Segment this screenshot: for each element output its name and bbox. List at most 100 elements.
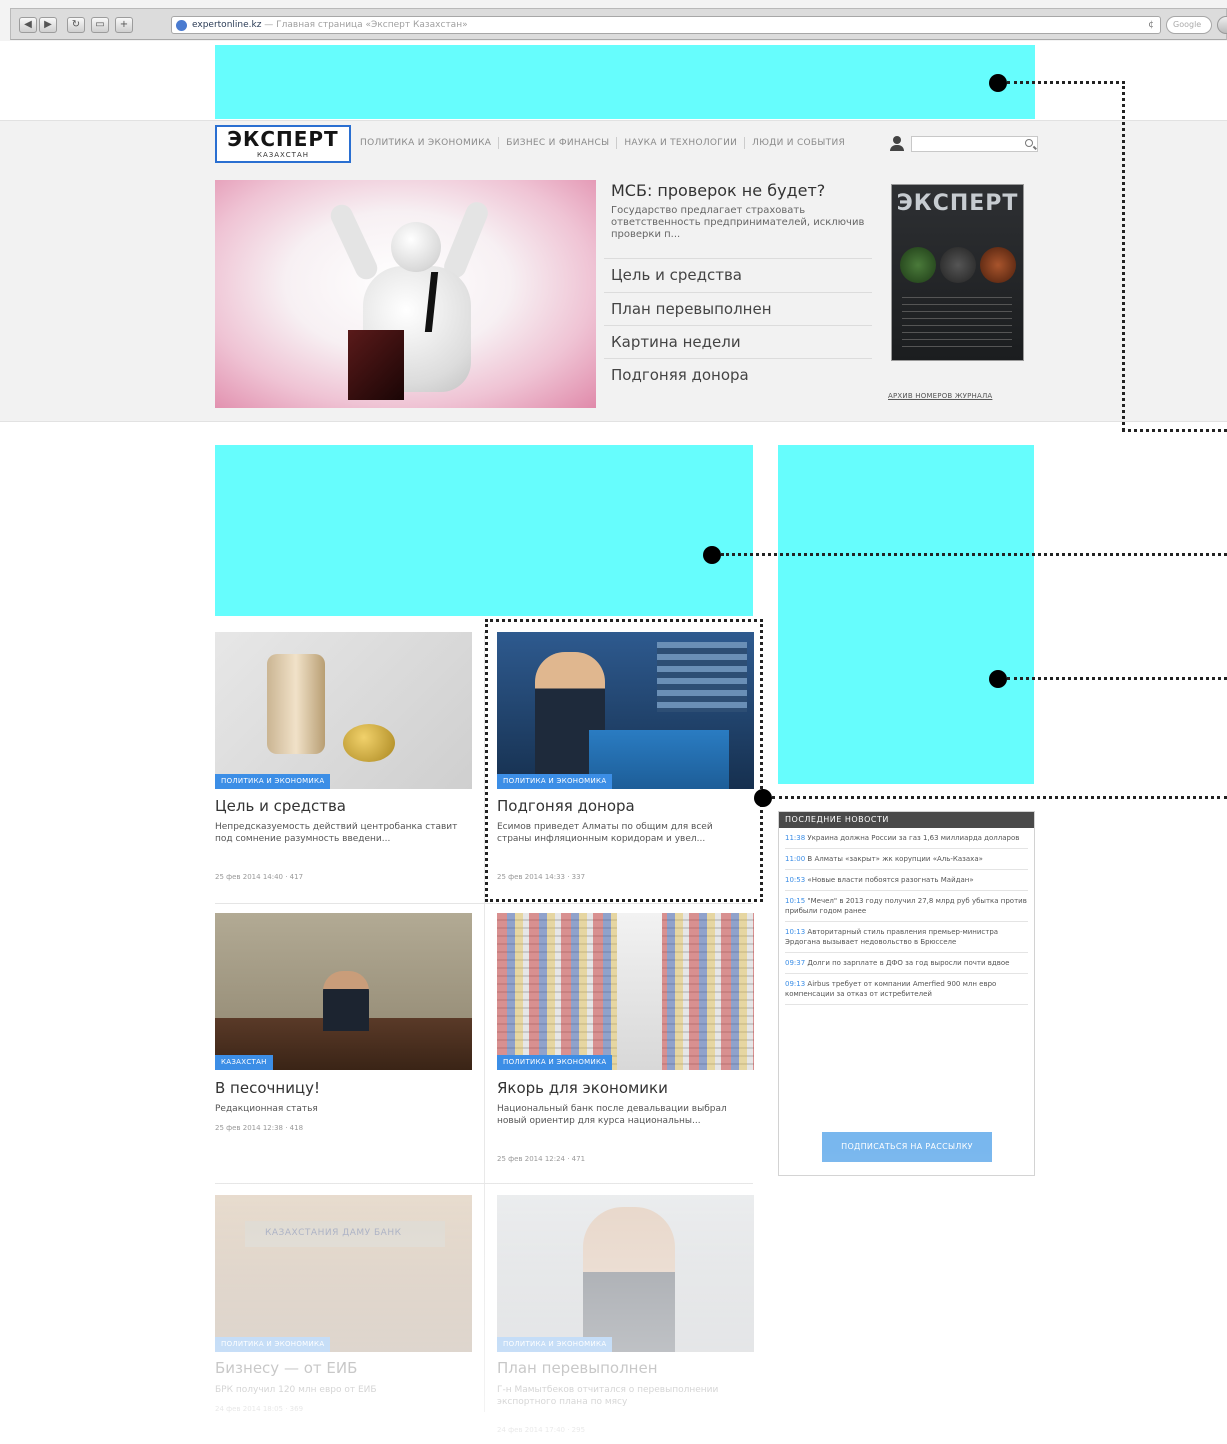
article-meta: 25 фев 2014 14:40 · 417 — [215, 873, 304, 881]
favicon-icon — [176, 20, 187, 31]
callout-dot-sidebar-ad — [989, 670, 1007, 688]
browser-search-field[interactable]: Google — [1166, 16, 1212, 34]
nav-item-people[interactable]: ЛЮДИ И СОБЫТИЯ — [745, 137, 852, 149]
top-ad-banner — [215, 45, 1035, 119]
news-item[interactable]: 10:13 Авторитарный стиль правления премь… — [785, 922, 1028, 953]
magazine-title: ЭКСПЕРТ — [896, 191, 1019, 216]
search-icon[interactable] — [1025, 139, 1033, 147]
site-search-input[interactable] — [911, 136, 1038, 152]
article-image[interactable]: КАЗАХСТАНИЯ ДАМУ БАНК ПОЛИТИКА И ЭКОНОМИ… — [215, 1195, 472, 1352]
news-time: 11:00 — [785, 855, 806, 863]
hero-link[interactable]: План перевыполнен — [604, 292, 872, 325]
url-domain: expertonline.kz — [192, 20, 262, 30]
article-title[interactable]: Цель и средства — [215, 797, 346, 815]
browser-menu-icon[interactable] — [1217, 16, 1227, 34]
reload-icon[interactable]: ↻ — [67, 17, 85, 33]
reader-icon[interactable]: ¢ — [1148, 17, 1154, 33]
news-time: 10:53 — [785, 876, 806, 884]
article-tag[interactable]: ПОЛИТИКА И ЭКОНОМИКА — [497, 1055, 613, 1070]
article-meta: 25 фев 2014 12:24 · 471 — [497, 1155, 586, 1163]
nav-item-science[interactable]: НАУКА И ТЕХНОЛОГИИ — [617, 137, 746, 149]
news-text: Airbus требует от компании Amerfied 900 … — [785, 980, 997, 998]
news-text: Долги по зарплате в ДФО за год выросли п… — [807, 959, 1010, 967]
subscribe-button[interactable]: ПОДПИСАТЬСЯ НА РАССЫЛКУ — [822, 1132, 992, 1162]
content-ad-banner — [215, 445, 753, 616]
callout-dot-top-ad — [989, 74, 1007, 92]
article-tag[interactable]: КАЗАХСТАН — [215, 1055, 273, 1070]
forward-button[interactable]: ▶ — [39, 17, 57, 33]
bank-sign-text: КАЗАХСТАНИЯ ДАМУ БАНК — [265, 1228, 402, 1238]
callout-line — [1122, 429, 1227, 432]
news-item[interactable]: 10:53 «Новые власти побоятся разогнать М… — [785, 870, 1028, 891]
news-text: «Новые власти побоятся разогнать Майдан» — [807, 876, 974, 884]
article-text: Г-н Мамытбеков отчитался о перевыполнени… — [497, 1385, 719, 1407]
news-text: "Мечел" в 2013 году получил 27,8 млрд ру… — [785, 897, 1027, 915]
article-title[interactable]: План перевыполнен — [497, 1359, 658, 1377]
news-time: 09:37 — [785, 959, 806, 967]
article-tag[interactable]: ПОЛИТИКА И ЭКОНОМИКА — [215, 774, 331, 789]
article-text: БРК получил 120 млн евро от ЕИБ — [215, 1385, 377, 1395]
logo-subtitle: КАЗАХСТАН — [256, 151, 310, 159]
row-divider — [215, 1183, 753, 1184]
news-time: 10:13 — [785, 928, 806, 936]
site-logo[interactable]: ЭКСПЕРТ КАЗАХСТАН — [215, 125, 351, 163]
callout-line — [772, 796, 1227, 799]
article-meta: 24 фев 2014 18:05 · 369 — [215, 1405, 304, 1413]
article-title[interactable]: Бизнесу — от ЕИБ — [215, 1359, 357, 1377]
article-meta: 24 фев 2014 17:40 · 295 — [497, 1426, 586, 1434]
row-divider — [215, 903, 753, 904]
article-image[interactable]: ПОЛИТИКА И ЭКОНОМИКА — [497, 1195, 754, 1352]
news-text: Авторитарный стиль правления премьер-мин… — [785, 928, 999, 946]
nav-item-politics[interactable]: ПОЛИТИКА И ЭКОНОМИКА — [360, 137, 500, 149]
main-nav: ПОЛИТИКА И ЭКОНОМИКА БИЗНЕС И ФИНАНСЫ НА… — [360, 137, 852, 149]
sidebar-ad-banner — [778, 445, 1034, 784]
hero-image[interactable] — [215, 180, 596, 408]
latest-news-heading: ПОСЛЕДНИЕ НОВОСТИ — [779, 812, 1034, 828]
article-text: Национальный банк после девальвации выбр… — [497, 1104, 727, 1126]
news-time: 10:15 — [785, 897, 806, 905]
news-item[interactable]: 09:13 Airbus требует от компании Amerfie… — [785, 974, 1028, 1005]
url-rest: — Главная страница «Эксперт Казахстан» — [261, 20, 468, 30]
hero-lead-title[interactable]: МСБ: проверок не будет? — [611, 181, 871, 200]
callout-highlight-box — [485, 619, 763, 902]
article-title[interactable]: Якорь для экономики — [497, 1079, 668, 1097]
magazine-cover[interactable]: ЭКСПЕРТ — [891, 184, 1024, 361]
article-text: Редакционная статья — [215, 1104, 318, 1114]
article-text: Непредсказуемость действий центробанка с… — [215, 822, 458, 844]
news-time: 11:38 — [785, 834, 806, 842]
callout-line — [721, 553, 1227, 556]
article-image[interactable]: КАЗАХСТАН — [215, 913, 472, 1070]
latest-news-box: ПОСЛЕДНИЕ НОВОСТИ 11:38 Украина должна Р… — [778, 811, 1035, 1176]
article-image[interactable]: ПОЛИТИКА И ЭКОНОМИКА — [497, 913, 754, 1070]
news-time: 09:13 — [785, 980, 806, 988]
hero-link[interactable]: Картина недели — [604, 325, 872, 358]
archive-link[interactable]: АРХИВ НОМЕРОВ ЖУРНАЛА — [888, 392, 992, 400]
callout-line — [1122, 81, 1125, 431]
news-item[interactable]: 09:37 Долги по зарплате в ДФО за год выр… — [785, 953, 1028, 974]
logo-title: ЭКСПЕРТ — [227, 127, 339, 151]
hero-link[interactable]: Подгоняя донора — [604, 358, 872, 391]
article-title[interactable]: В песочницу! — [215, 1079, 320, 1097]
user-icon[interactable] — [890, 136, 904, 152]
back-button[interactable]: ◀ — [19, 17, 37, 33]
browser-toolbar: ◀ ▶ ↻ ▭ + expertonline.kz — Главная стра… — [10, 8, 1227, 40]
news-text: В Алматы «закрыт» жк корупции «Аль-Казах… — [807, 855, 983, 863]
add-bookmark-button[interactable]: + — [115, 17, 133, 33]
article-tag[interactable]: ПОЛИТИКА И ЭКОНОМИКА — [215, 1337, 331, 1352]
screen-icon[interactable]: ▭ — [91, 17, 109, 33]
article-tag[interactable]: ПОЛИТИКА И ЭКОНОМИКА — [497, 1337, 613, 1352]
hero-lead-text: Государство предлагает страховать ответс… — [611, 205, 865, 240]
url-field[interactable]: expertonline.kz — Главная страница «Эксп… — [171, 16, 1161, 34]
news-item[interactable]: 11:00 В Алматы «закрыт» жк корупции «Аль… — [785, 849, 1028, 870]
callout-dot-content-ad — [703, 546, 721, 564]
nav-item-business[interactable]: БИЗНЕС И ФИНАНСЫ — [499, 137, 618, 149]
callout-line — [1007, 81, 1125, 84]
article-meta: 25 фев 2014 12:38 · 418 — [215, 1124, 304, 1132]
news-text: Украина должна России за газ 1,63 миллиа… — [807, 834, 1020, 842]
callout-line — [1007, 677, 1227, 680]
news-item[interactable]: 10:15 "Мечел" в 2013 году получил 27,8 м… — [785, 891, 1028, 922]
article-image[interactable]: ПОЛИТИКА И ЭКОНОМИКА — [215, 632, 472, 789]
news-item[interactable]: 11:38 Украина должна России за газ 1,63 … — [785, 828, 1028, 849]
hero-link[interactable]: Цель и средства — [604, 258, 872, 291]
callout-dot-article — [754, 789, 772, 807]
